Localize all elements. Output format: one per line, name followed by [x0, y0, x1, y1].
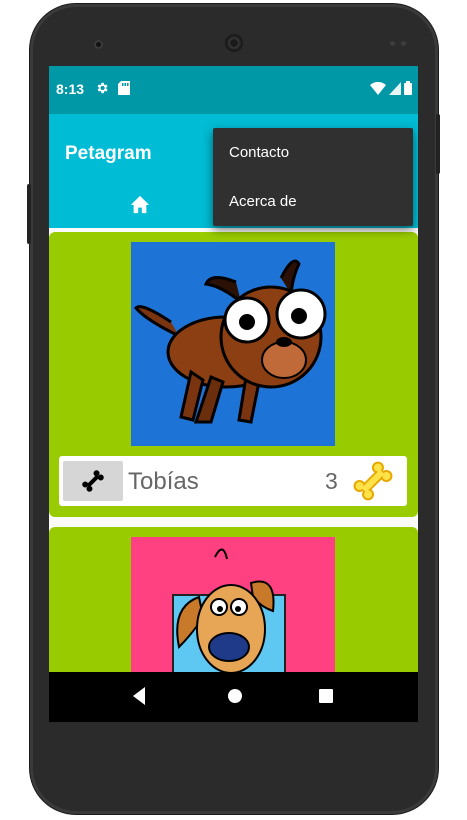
overflow-menu: Contacto Acerca de — [213, 128, 413, 226]
pet-card — [49, 527, 418, 688]
status-bar: 8:13 — [49, 66, 418, 114]
app-title: Petagram — [65, 143, 152, 164]
tab-home[interactable] — [129, 194, 151, 216]
menu-item-acerca-de[interactable]: Acerca de — [213, 177, 413, 226]
sd-card-icon — [118, 81, 130, 95]
pet-info-bar: Tobías 3 — [59, 456, 407, 506]
power-button — [436, 114, 440, 174]
device-screen: 8:13 Petagram Tobías 3 Contacto Acerca d… — [49, 66, 418, 722]
home-icon — [130, 195, 150, 214]
cartoon-dog-image — [134, 259, 327, 424]
menu-item-contacto[interactable]: Contacto — [213, 128, 413, 177]
bone-icon — [82, 470, 104, 492]
like-count: 3 — [325, 468, 338, 494]
back-icon[interactable] — [131, 686, 147, 706]
earpiece-icon — [225, 34, 243, 52]
system-nav-bar — [49, 672, 418, 722]
pet-list[interactable]: Tobías 3 — [49, 228, 418, 688]
recents-icon[interactable] — [317, 686, 335, 706]
settings-gear-icon — [97, 82, 108, 94]
signal-icon — [389, 81, 401, 95]
like-button[interactable] — [63, 461, 123, 501]
volume-button — [27, 184, 31, 244]
sensor-dots — [390, 41, 406, 46]
pet-name: Tobías — [128, 468, 199, 495]
home-circle-icon[interactable] — [225, 686, 245, 706]
pet-photo — [131, 537, 335, 688]
battery-icon — [404, 81, 412, 95]
status-time: 8:13 — [56, 81, 85, 97]
wifi-icon — [370, 81, 386, 95]
front-camera-icon — [94, 40, 103, 49]
gold-bone-icon — [353, 461, 393, 501]
cartoon-dog-image — [172, 548, 286, 688]
pet-photo — [131, 242, 335, 446]
pet-card: Tobías 3 — [49, 232, 418, 517]
